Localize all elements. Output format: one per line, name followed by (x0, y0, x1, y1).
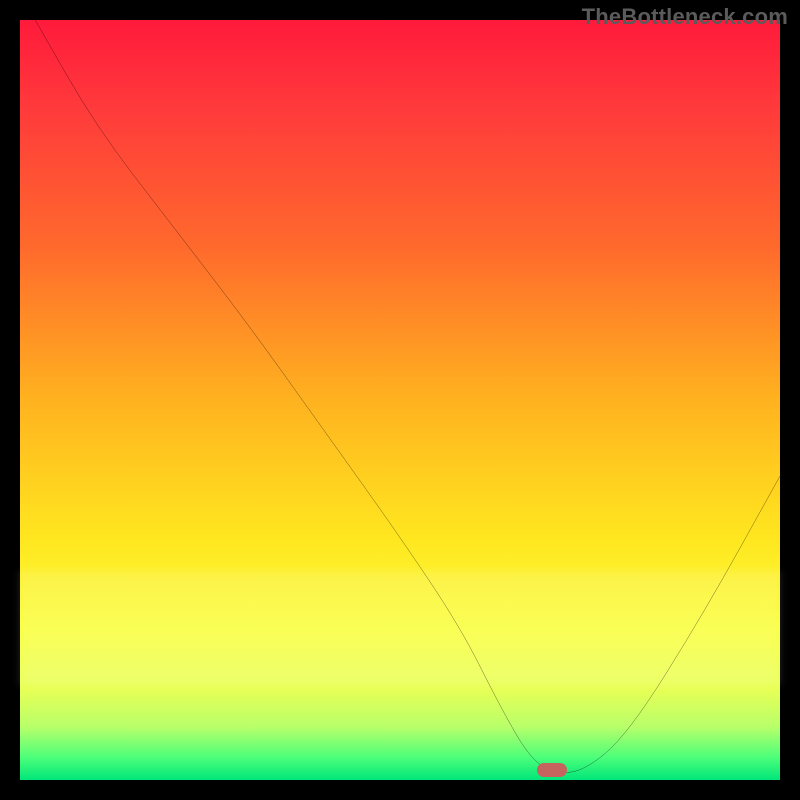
highlight-band (20, 571, 780, 685)
chart-frame: TheBottleneck.com (0, 0, 800, 800)
optimum-marker (537, 763, 567, 777)
bottleneck-curve (20, 20, 780, 780)
plot-area (20, 20, 780, 780)
